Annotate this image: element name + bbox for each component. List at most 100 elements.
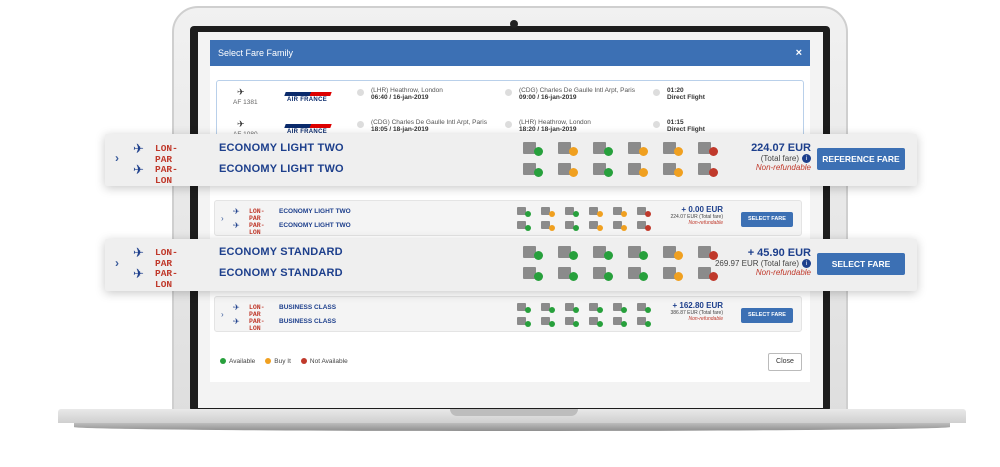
route-code: PAR-LON <box>155 268 178 290</box>
duration: 01:15 Direct Flight <box>667 119 705 133</box>
change-icon <box>593 246 613 260</box>
change-icon <box>593 267 613 281</box>
total-fare: 269.97 EUR (Total fare) i <box>695 259 811 269</box>
return-segment: ✈ PAR-LON BUSINESS CLASS <box>233 317 337 332</box>
modal-header: Select Fare Family × <box>210 40 810 66</box>
location-pin-icon <box>505 89 512 96</box>
seat-icon <box>628 267 648 281</box>
price: + 0.00 EUR 224.07 EUR (Total fare) Non-r… <box>670 205 723 226</box>
price: + 162.80 EUR 386.87 EUR (Total fare) Non… <box>670 301 723 322</box>
outbound-segment: ✈ LON-PAR ECONOMY LIGHT TWO <box>233 207 351 222</box>
destination: (CDG) Charles De Gaulle Intl Arpt, Paris… <box>519 87 635 101</box>
fare-row[interactable]: › ✈ LON-PAR BUSINESS CLASS ✈ PAR-LON BUS… <box>214 296 802 332</box>
upgrade-icon <box>613 207 627 217</box>
upgrade-icon <box>613 303 627 313</box>
laptop-notch <box>450 409 578 416</box>
airline-logo: AIR FRANCE <box>284 92 332 104</box>
plane-icon: ✈ <box>233 207 240 216</box>
refund-icon <box>558 267 578 281</box>
available-icon <box>220 358 226 365</box>
route-code: LON-PAR <box>155 143 178 165</box>
select-fare-button[interactable]: SELECT FARE <box>741 212 793 227</box>
close-icon[interactable]: × <box>796 40 802 66</box>
not-available-icon <box>300 358 307 365</box>
price-value: 224.07 EUR <box>751 142 811 154</box>
chevron-right-icon[interactable]: › <box>115 256 119 270</box>
seat-icon <box>628 142 648 156</box>
seat-icon <box>628 163 648 177</box>
return-segment: ✈ PAR-LON ECONOMY LIGHT TWO <box>233 221 351 236</box>
legend: Available Buy It Not Available <box>220 358 348 365</box>
reference-fare-button[interactable]: REFERENCE FARE <box>817 148 905 170</box>
info-icon[interactable]: i <box>802 259 811 269</box>
economy-standard-card[interactable]: › ✈ LON-PAR ECONOMY STANDARD ✈ PAR-LON E… <box>105 239 917 291</box>
duration: 01:20 Direct Flight <box>667 87 705 101</box>
seat-icon <box>628 246 648 260</box>
change-icon <box>593 163 613 177</box>
info-icon[interactable]: i <box>802 154 811 164</box>
change-icon <box>565 221 579 231</box>
fare-family: ECONOMY STANDARD <box>219 267 343 279</box>
close-button[interactable]: Close <box>768 353 802 371</box>
refund-status: Non-refundable <box>755 268 811 278</box>
plane-icon: ✈ <box>133 266 144 281</box>
refund-status: Non-refundable <box>755 163 811 173</box>
seat-icon <box>589 207 603 217</box>
camera-icon <box>510 20 518 28</box>
change-icon <box>565 317 579 327</box>
laptop-lip <box>74 423 950 431</box>
refund-icon <box>541 317 555 327</box>
price: 224.07 EUR (Total fare) i Non-refundable <box>695 142 811 172</box>
chevron-right-icon[interactable]: › <box>221 310 224 319</box>
fare-family: ECONOMY LIGHT TWO <box>219 163 344 175</box>
return-segment: ✈ PAR-LON ECONOMY STANDARD <box>133 266 343 290</box>
plane-icon: ✈ <box>133 141 144 156</box>
baggage-icon <box>517 317 531 327</box>
fare-feature-icons <box>517 317 651 329</box>
buy-icon <box>265 358 272 365</box>
clock-icon <box>653 121 660 128</box>
upgrade-icon <box>663 163 683 177</box>
refund-icon <box>541 207 555 217</box>
plane-icon: ✈ <box>237 87 245 97</box>
flight-summary: ✈ AF 1381 AIR FRANCE (LHR) Heathrow, Lon… <box>216 80 804 142</box>
baggage-icon <box>523 163 543 177</box>
upgrade-icon <box>663 267 683 281</box>
upgrade-icon <box>613 317 627 327</box>
refund-icon <box>541 303 555 313</box>
select-fare-button[interactable]: SELECT FARE <box>817 253 905 275</box>
seat-icon <box>589 221 603 231</box>
baggage-icon <box>523 142 543 156</box>
flight-row: ✈ AF 1381 AIR FRANCE (LHR) Heathrow, Lon… <box>217 83 803 113</box>
change-icon <box>565 207 579 217</box>
outbound-segment: ✈ LON-PAR ECONOMY STANDARD <box>133 245 343 269</box>
plane-icon: ✈ <box>233 317 240 326</box>
change-icon <box>593 142 613 156</box>
plane-icon: ✈ <box>133 245 144 260</box>
location-pin-icon <box>357 89 364 96</box>
reference-fare-card[interactable]: › ✈ LON-PAR ECONOMY LIGHT TWO ✈ PAR-LON … <box>105 134 917 186</box>
fare-feature-icons <box>517 207 651 219</box>
location-pin-icon <box>505 121 512 128</box>
plane-icon: ✈ <box>233 221 240 230</box>
chevron-right-icon[interactable]: › <box>221 214 224 223</box>
price-value: + 45.90 EUR <box>747 247 811 259</box>
seat-icon <box>589 317 603 327</box>
baggage-icon <box>517 207 531 217</box>
fare-feature-icons <box>523 246 718 260</box>
chevron-right-icon[interactable]: › <box>115 151 119 165</box>
refund-icon <box>558 163 578 177</box>
location-pin-icon <box>357 121 364 128</box>
upgrade-icon <box>663 142 683 156</box>
route-code: LON-PAR <box>155 247 178 269</box>
route-code: PAR-LON <box>155 164 178 186</box>
select-fare-button[interactable]: SELECT FARE <box>741 308 793 323</box>
baggage-icon <box>523 267 543 281</box>
fare-row[interactable]: › ✈ LON-PAR ECONOMY LIGHT TWO ✈ PAR-LON … <box>214 200 802 236</box>
origin: (LHR) Heathrow, London 06:40 / 16-jan-20… <box>371 87 443 101</box>
destination: (LHR) Heathrow, London 18:20 / 18-jan-20… <box>519 119 591 133</box>
outbound-segment: ✈ LON-PAR ECONOMY LIGHT TWO <box>133 141 344 165</box>
screen: Select Fare Family × ✈ AF 1381 AIR FRANC… <box>198 32 823 408</box>
refund-icon <box>541 221 555 231</box>
modal-title: Select Fare Family <box>218 48 294 58</box>
